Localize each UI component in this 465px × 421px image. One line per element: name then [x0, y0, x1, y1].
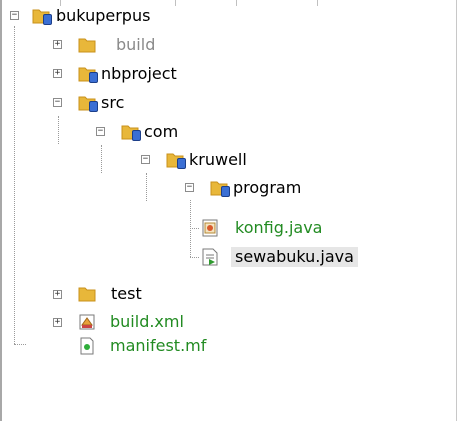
node-label-buildxml[interactable]: build.xml — [110, 312, 184, 332]
project-tree: − bukuperpus + build + nbproject − src −… — [0, 0, 465, 421]
node-label-nbproject[interactable]: nbproject — [101, 64, 177, 84]
expander-src[interactable]: − — [53, 98, 62, 107]
node-label-com[interactable]: com — [144, 122, 178, 142]
tree-connector — [58, 116, 60, 144]
expander-buildxml[interactable]: + — [53, 318, 62, 327]
package-badge-icon — [89, 72, 98, 83]
manifest-file-icon — [77, 336, 97, 356]
expander-com[interactable]: − — [96, 127, 105, 136]
node-label-sewabuku[interactable]: sewabuku.java — [231, 247, 358, 267]
tree-connector — [14, 344, 26, 346]
node-label-build[interactable]: build — [116, 35, 155, 55]
tree-connector — [190, 257, 199, 259]
java-class-icon — [200, 247, 220, 267]
node-label-kruwell[interactable]: kruwell — [189, 150, 247, 170]
package-badge-icon — [43, 14, 52, 25]
java-form-icon — [200, 218, 220, 238]
package-badge-icon — [177, 158, 186, 169]
expander-program[interactable]: − — [185, 183, 194, 192]
node-label-manifest[interactable]: manifest.mf — [110, 336, 206, 356]
package-badge-icon — [89, 101, 98, 112]
node-label-src[interactable]: src — [101, 93, 124, 113]
node-label-konfig[interactable]: konfig.java — [235, 218, 322, 238]
folder-icon — [77, 284, 97, 304]
expander-nbproject[interactable]: + — [53, 69, 62, 78]
expander-root[interactable]: − — [10, 11, 19, 20]
expander-build[interactable]: + — [53, 40, 62, 49]
folder-icon — [77, 35, 97, 55]
expander-kruwell[interactable]: − — [141, 155, 150, 164]
ant-build-icon — [77, 312, 97, 332]
node-label-bukuperpus[interactable]: bukuperpus — [56, 6, 150, 26]
package-badge-icon — [132, 130, 141, 141]
tree-connector — [190, 228, 199, 230]
package-badge-icon — [221, 186, 230, 197]
tree-connector — [101, 145, 103, 173]
tree-connector — [14, 26, 16, 344]
node-label-test[interactable]: test — [111, 284, 142, 304]
expander-test[interactable]: + — [53, 290, 62, 299]
tree-connector — [146, 173, 148, 201]
node-label-program[interactable]: program — [233, 178, 301, 198]
